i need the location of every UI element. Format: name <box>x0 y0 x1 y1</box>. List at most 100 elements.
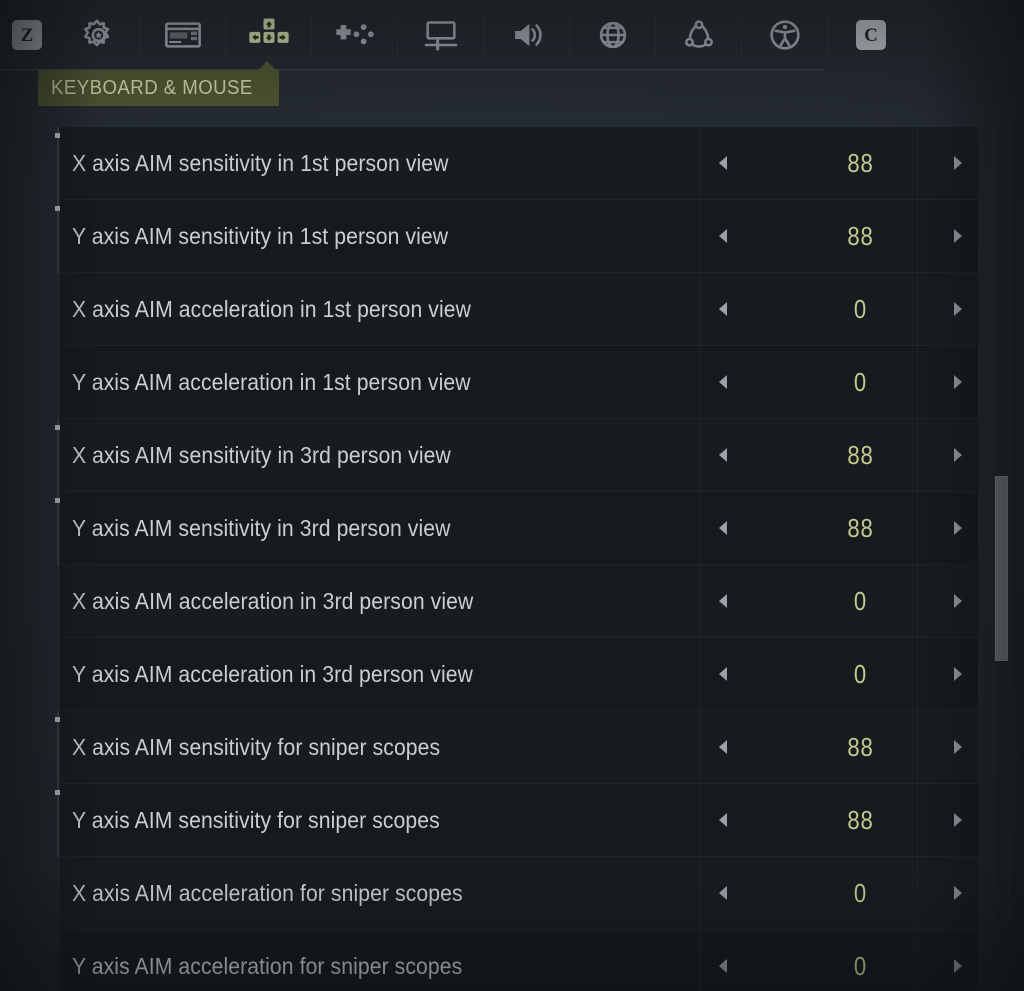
triangle-left-icon[interactable] <box>719 740 727 754</box>
setting-stepper[interactable]: 0 <box>700 637 978 711</box>
setting-label: Y axis AIM acceleration in 3rd person vi… <box>71 660 473 687</box>
setting-label: X axis AIM acceleration in 3rd person vi… <box>71 587 474 614</box>
setting-value: 0 <box>853 585 868 616</box>
setting-value: 0 <box>853 366 868 397</box>
setting-label: X axis AIM acceleration in 1st person vi… <box>71 295 471 322</box>
setting-row[interactable]: X axis AIM acceleration in 1st person vi… <box>60 272 978 346</box>
setting-row[interactable]: Y axis AIM sensitivity in 1st person vie… <box>55 199 978 273</box>
setting-stepper[interactable]: 0 <box>700 345 978 419</box>
setting-value: 0 <box>853 877 868 908</box>
triangle-left-icon[interactable] <box>719 813 727 827</box>
triangle-left-icon[interactable] <box>719 302 727 316</box>
tab-audio[interactable] <box>484 0 570 70</box>
tab-keycap-z[interactable]: Z <box>0 0 54 70</box>
setting-stepper[interactable]: 88 <box>700 710 978 784</box>
setting-stepper[interactable]: 0 <box>700 564 978 638</box>
tab-network[interactable] <box>656 0 742 70</box>
setting-stepper[interactable]: 88 <box>700 783 978 857</box>
arrow-keys-icon <box>247 15 291 55</box>
tab-video[interactable] <box>398 0 484 70</box>
tab-accessibility[interactable] <box>742 0 828 70</box>
setting-stepper[interactable]: 88 <box>700 418 978 492</box>
setting-label: Y axis AIM sensitivity in 3rd person vie… <box>71 514 451 541</box>
tooltip-label: KEYBOARD & MOUSE <box>51 76 253 99</box>
share-network-icon <box>680 16 718 54</box>
triangle-left-icon[interactable] <box>719 375 727 389</box>
triangle-left-icon[interactable] <box>719 521 727 535</box>
setting-label: X axis AIM sensitivity in 3rd person vie… <box>71 441 451 468</box>
row-group-line <box>57 784 59 857</box>
triangle-left-icon[interactable] <box>719 229 727 243</box>
triangle-right-icon[interactable] <box>954 813 962 827</box>
setting-stepper[interactable]: 88 <box>700 126 978 200</box>
setting-row[interactable]: X axis AIM acceleration in 3rd person vi… <box>60 564 978 638</box>
speaker-icon <box>508 16 546 54</box>
setting-label: X axis AIM acceleration for sniper scope… <box>71 879 463 906</box>
setting-value: 88 <box>847 439 874 470</box>
setting-value: 88 <box>847 731 874 762</box>
triangle-right-icon[interactable] <box>954 156 962 170</box>
setting-stepper[interactable]: 0 <box>700 272 978 346</box>
setting-stepper[interactable]: 0 <box>700 856 978 930</box>
triangle-right-icon[interactable] <box>954 667 962 681</box>
tab-keycap-c[interactable]: C <box>828 0 914 70</box>
window-layout-icon <box>162 14 204 56</box>
setting-row[interactable]: Y axis AIM acceleration in 3rd person vi… <box>60 637 978 711</box>
setting-value: 0 <box>853 950 868 981</box>
setting-label: Y axis AIM acceleration for sniper scope… <box>71 952 463 979</box>
setting-stepper[interactable]: 0 <box>700 929 978 991</box>
triangle-right-icon[interactable] <box>954 375 962 389</box>
setting-value: 88 <box>847 804 874 835</box>
setting-row[interactable]: Y axis AIM sensitivity in 3rd person vie… <box>55 491 978 565</box>
setting-row[interactable]: Y axis AIM acceleration in 1st person vi… <box>60 345 978 419</box>
row-group-line <box>57 127 59 200</box>
setting-label: Y axis AIM sensitivity in 1st person vie… <box>71 222 449 249</box>
triangle-right-icon[interactable] <box>954 886 962 900</box>
setting-label: Y axis AIM acceleration in 1st person vi… <box>71 368 471 395</box>
settings-list[interactable]: X axis AIM sensitivity in 1st person vie… <box>55 126 978 991</box>
keycap-z-icon: Z <box>12 20 42 50</box>
scrollbar-thumb[interactable] <box>995 476 1008 661</box>
setting-value: 88 <box>847 220 874 251</box>
triangle-right-icon[interactable] <box>954 959 962 973</box>
setting-value: 88 <box>847 512 874 543</box>
setting-label: X axis AIM sensitivity in 1st person vie… <box>71 149 449 176</box>
triangle-right-icon[interactable] <box>954 740 962 754</box>
triangle-right-icon[interactable] <box>954 448 962 462</box>
setting-stepper[interactable]: 88 <box>700 199 978 273</box>
setting-value: 88 <box>847 147 874 178</box>
triangle-left-icon[interactable] <box>719 594 727 608</box>
tab-gameplay[interactable] <box>54 0 140 70</box>
triangle-left-icon[interactable] <box>719 667 727 681</box>
setting-row[interactable]: X axis AIM acceleration for sniper scope… <box>60 856 978 930</box>
triangle-right-icon[interactable] <box>954 521 962 535</box>
setting-label: Y axis AIM sensitivity for sniper scopes <box>71 806 440 833</box>
gamepad-icon <box>332 18 378 52</box>
setting-stepper[interactable]: 88 <box>700 491 978 565</box>
triangle-left-icon[interactable] <box>719 448 727 462</box>
tab-keyboard-mouse[interactable] <box>226 0 312 70</box>
settings-category-tabbar: ZC <box>0 0 1024 70</box>
settings-screen: ZC KEYBOARD & MOUSE X axis AIM sensitivi… <box>0 0 1024 991</box>
triangle-left-icon[interactable] <box>719 959 727 973</box>
row-group-line <box>57 711 59 784</box>
triangle-right-icon[interactable] <box>954 594 962 608</box>
triangle-left-icon[interactable] <box>719 156 727 170</box>
tab-language[interactable] <box>570 0 656 70</box>
tooltip-pointer <box>257 61 277 71</box>
tab-controller[interactable] <box>312 0 398 70</box>
accessibility-icon <box>765 15 805 55</box>
scrollbar-track[interactable] <box>994 124 1009 924</box>
setting-row[interactable]: X axis AIM sensitivity for sniper scopes… <box>55 710 978 784</box>
triangle-right-icon[interactable] <box>954 229 962 243</box>
setting-value: 0 <box>853 293 868 324</box>
setting-row[interactable]: X axis AIM sensitivity in 3rd person vie… <box>55 418 978 492</box>
triangle-right-icon[interactable] <box>954 302 962 316</box>
display-slider-icon <box>421 15 461 55</box>
tab-interface[interactable] <box>140 0 226 70</box>
setting-row[interactable]: X axis AIM sensitivity in 1st person vie… <box>55 126 978 200</box>
setting-row[interactable]: Y axis AIM acceleration for sniper scope… <box>60 929 978 991</box>
triangle-left-icon[interactable] <box>719 886 727 900</box>
setting-row[interactable]: Y axis AIM sensitivity for sniper scopes… <box>55 783 978 857</box>
gear-star-icon <box>77 15 117 55</box>
